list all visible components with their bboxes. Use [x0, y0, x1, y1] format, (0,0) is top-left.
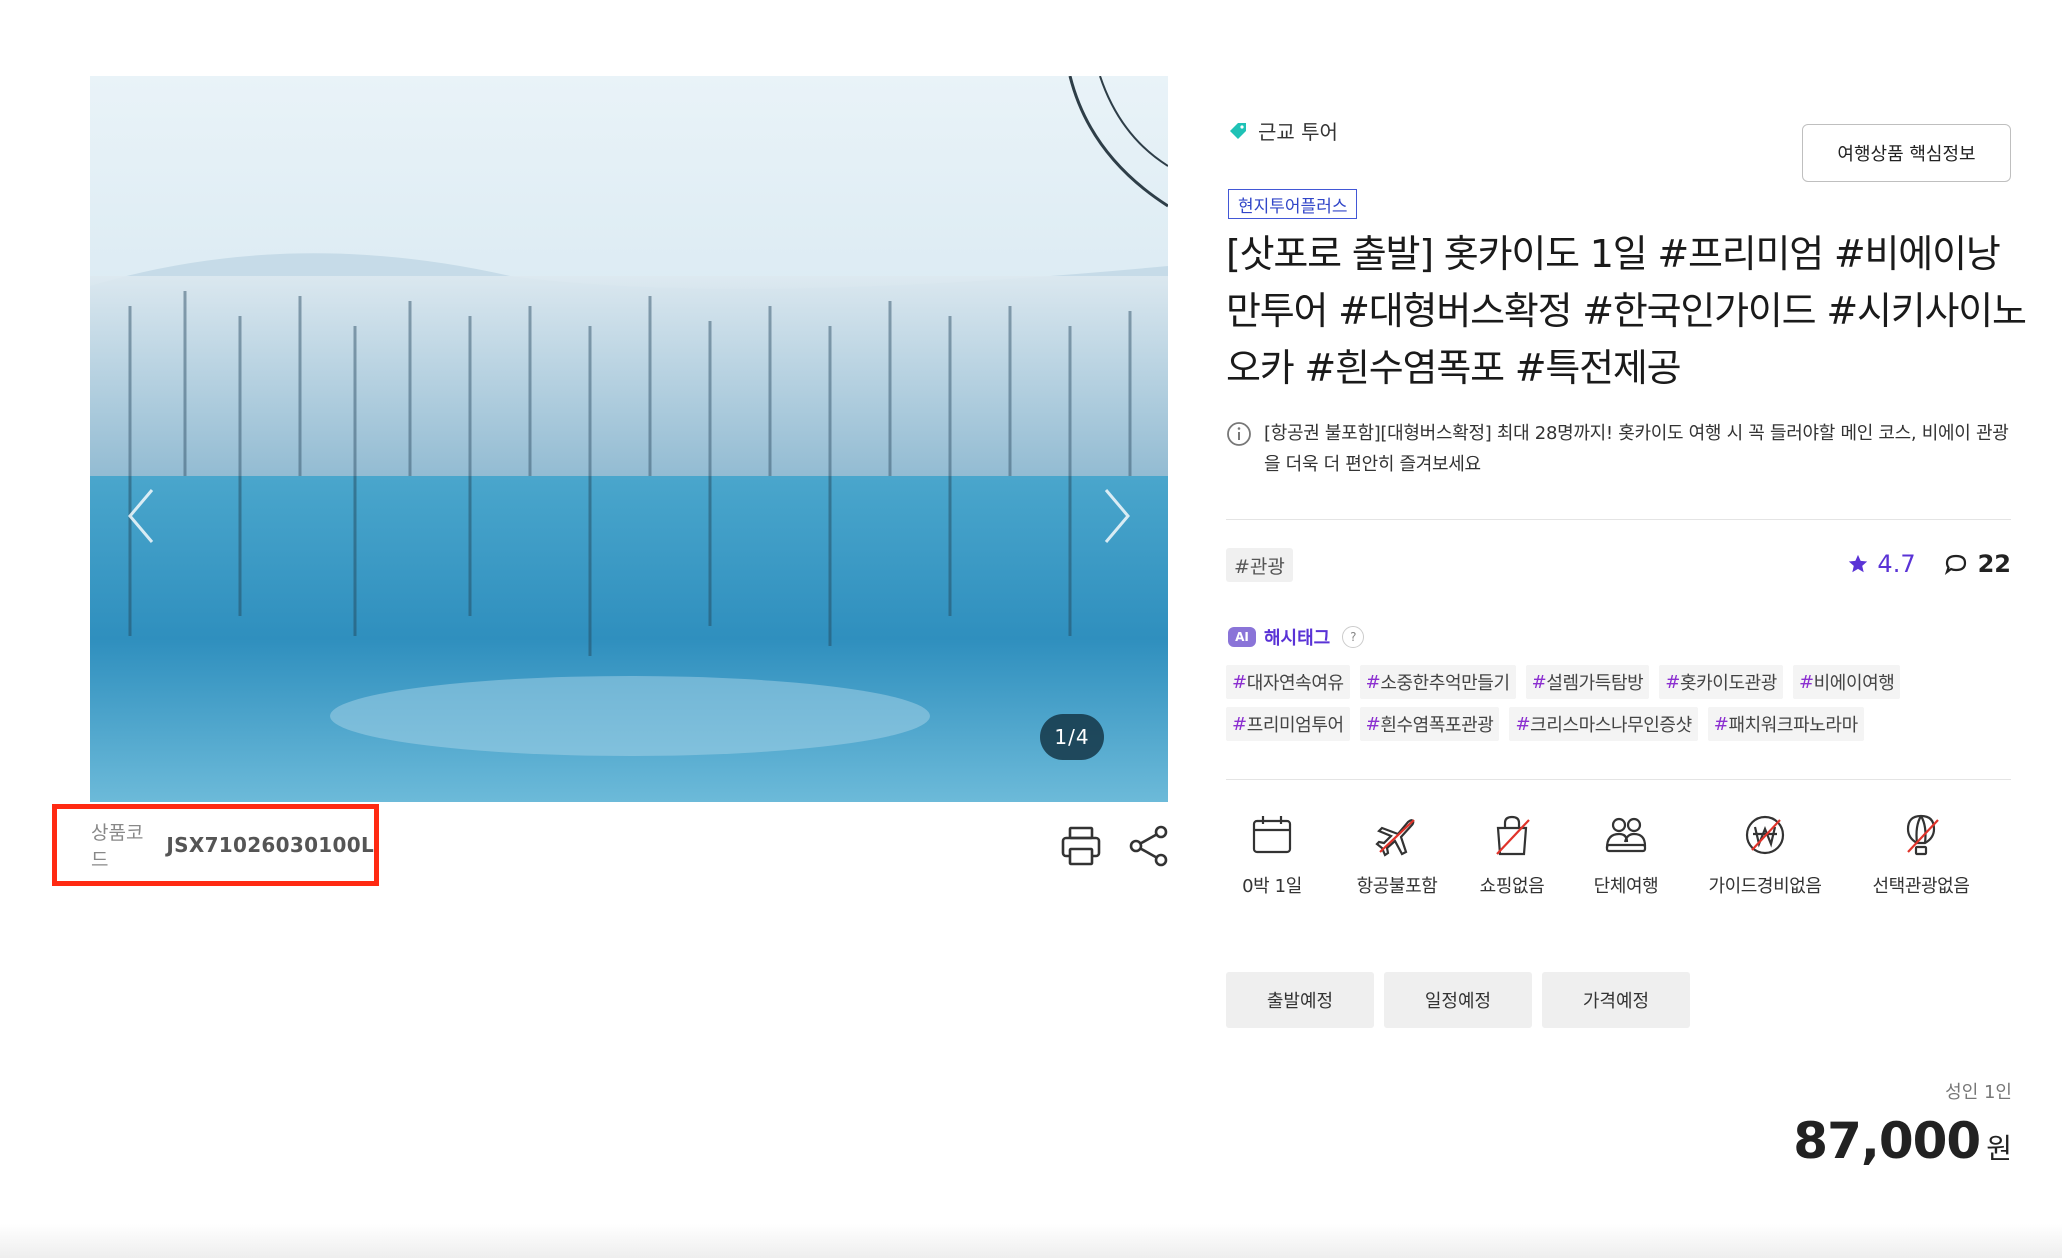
star-icon	[1849, 554, 1868, 573]
product-code: 상품코드 JSX71026030100L	[52, 804, 379, 886]
help-icon[interactable]: ?	[1342, 626, 1365, 648]
divider	[1226, 519, 2011, 520]
price-unit: 성인 1인	[1945, 1082, 2012, 1103]
gallery-prev-button[interactable]	[116, 471, 166, 561]
price-currency: 원	[1986, 1132, 2012, 1165]
no-flight-icon	[1375, 819, 1415, 857]
share-icon	[1129, 825, 1168, 867]
ai-hashtag-header: AI 해시태그 ?	[1228, 624, 1365, 650]
rating-score: 4.7	[1877, 550, 1916, 578]
feature-guide-fee: 가이드경비없음	[1702, 812, 1828, 898]
review-count: 22	[1977, 550, 2011, 578]
feature-shopping: 쇼핑없음	[1472, 812, 1552, 898]
hashtag[interactable]: # 소중한추억만들기	[1359, 665, 1516, 699]
hashtag[interactable]: # 홋카이도관광	[1659, 665, 1783, 699]
share-button[interactable]	[1127, 824, 1171, 868]
printer-icon	[1061, 826, 1101, 866]
hashtag-row: # 프리미엄투어 # 흰수염폭포관광 # 크리스마스나무인증샷 # 패치워크파노라마	[1226, 707, 2016, 741]
chevron-right-icon	[1104, 489, 1130, 543]
feature-label: 가이드경비없음	[1708, 876, 1822, 897]
price-amount: 87,000	[1793, 1112, 1981, 1170]
status-itinerary[interactable]: 일정예정	[1384, 972, 1532, 1028]
calendar-icon	[1252, 816, 1292, 854]
feature-label: 0박 1일	[1242, 876, 1302, 897]
ai-hashtag-list: # 대자연속여유 # 소중한추억만들기 # 설렘가득탐방 # 홋카이도관광 # 비에이여행…	[1226, 665, 2016, 749]
product-code-value: JSX71026030100L	[166, 833, 374, 857]
feature-label: 단체여행	[1593, 876, 1659, 897]
tag-icon	[1230, 122, 1246, 139]
feature-label: 항공불포함	[1356, 876, 1438, 897]
product-badge: 현지투어플러스	[1228, 189, 1358, 219]
hashtag[interactable]: # 프리미엄투어	[1226, 707, 1350, 741]
category-text: 근교 투어	[1258, 120, 1338, 144]
feature-optional-tour: 선택관광없음	[1866, 812, 1976, 898]
won-icon	[1745, 815, 1785, 855]
group-icon	[1605, 817, 1647, 853]
feature-label: 쇼핑없음	[1479, 876, 1545, 897]
hashtag[interactable]: # 흰수염폭포관광	[1359, 707, 1500, 741]
hashtag[interactable]: # 설렘가득탐방	[1525, 665, 1650, 699]
product-title: [삿포로 출발] 홋카이도 1일 #프리미엄 #비에이낭만투어 #대형버스확정 …	[1226, 232, 2027, 390]
status-departure[interactable]: 출발예정	[1226, 972, 1374, 1028]
schedule-status-buttons: 출발예정 일정예정 가격예정	[1226, 972, 1700, 1028]
rating-summary[interactable]: 4.7 22	[1847, 550, 2011, 578]
print-button[interactable]	[1059, 824, 1103, 868]
bottom-bar-shadow	[0, 1224, 2062, 1258]
status-price[interactable]: 가격예정	[1542, 972, 1690, 1028]
hashtag[interactable]: # 대자연속여유	[1226, 665, 1350, 699]
feature-duration: 0박 1일	[1226, 812, 1318, 898]
price: 87,000 원	[1793, 1112, 2012, 1170]
product-code-label: 상품코드	[91, 822, 144, 871]
hashtag[interactable]: # 비에이여행	[1792, 665, 1901, 699]
feature-flight: 항공불포함	[1348, 812, 1446, 898]
product-notice: [항공권 불포함][대형버스확정] 최대 28명까지! 홋카이도 여행 시 꼭 …	[1226, 418, 2016, 480]
chevron-left-icon	[128, 489, 154, 543]
comment-icon	[1944, 554, 1966, 575]
feature-label: 선택관광없음	[1872, 876, 1970, 897]
key-info-button[interactable]: 여행상품 핵심정보	[1802, 124, 2011, 182]
theme-tag[interactable]: #관광	[1226, 548, 1293, 582]
notice-text: [항공권 불포함][대형버스확정] 최대 28명까지! 홋카이도 여행 시 꼭 …	[1264, 423, 2009, 475]
hashtag[interactable]: # 크리스마스나무인증샷	[1509, 707, 1698, 741]
feature-icons: 0박 1일 항공불포함 쇼핑없음 단체여행 가이드경비없음 선택관광없음	[1226, 812, 2026, 898]
ai-chip: AI	[1228, 627, 1256, 647]
product-image-gallery[interactable]	[90, 76, 1168, 802]
feature-group: 단체여행	[1586, 812, 1666, 898]
hashtag[interactable]: # 패치워크파노라마	[1707, 707, 1864, 741]
divider	[1226, 779, 2011, 780]
no-shopping-icon	[1496, 815, 1530, 856]
ai-hashtag-label: 해시태그	[1264, 628, 1331, 649]
category-label[interactable]: 근교 투어	[1228, 116, 1338, 145]
info-icon	[1227, 422, 1251, 446]
gallery-next-button[interactable]	[1092, 471, 1142, 561]
hashtag-row: # 대자연속여유 # 소중한추억만들기 # 설렘가득탐방 # 홋카이도관광 # 비에이여행	[1226, 665, 2016, 699]
no-balloon-icon	[1906, 814, 1939, 856]
gallery-counter: 1/4	[1040, 714, 1104, 760]
gallery-photo	[90, 76, 1168, 802]
